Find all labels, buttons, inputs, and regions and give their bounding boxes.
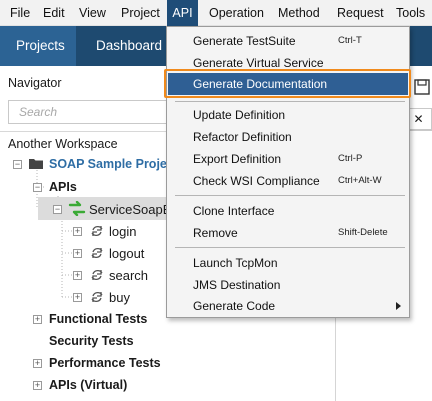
tree-item-apis-virtual[interactable]: APIs (Virtual) (49, 378, 127, 392)
menu-method[interactable]: Method (272, 0, 326, 26)
menu-tools[interactable]: Tools (390, 0, 431, 26)
tree-item-operation-login[interactable]: login (109, 224, 136, 239)
tree-item-functional-tests[interactable]: Functional Tests (49, 312, 147, 326)
expand-toggle-apis-virtual[interactable]: + (33, 381, 42, 390)
api-dropdown-menu: Generate TestSuite Ctrl-T Generate Virtu… (166, 26, 410, 318)
menu-item-label: Update Definition (193, 108, 286, 122)
menu-edit[interactable]: Edit (37, 0, 71, 26)
menu-item-label: Refactor Definition (193, 130, 292, 144)
menu-item-export-definition[interactable]: Export Definition Ctrl-P (168, 148, 408, 170)
expand-toggle-login[interactable]: + (73, 227, 82, 236)
expand-toggle-logout[interactable]: + (73, 249, 82, 258)
menu-item-shortcut: Ctrl+Alt-W (338, 175, 382, 186)
submenu-arrow-icon (396, 302, 401, 310)
menu-item-shortcut: Ctrl-P (338, 153, 363, 164)
menu-item-clone-interface[interactable]: Clone Interface (168, 200, 408, 222)
tab-projects[interactable]: Projects (0, 26, 76, 66)
menu-item-shortcut: Ctrl-T (338, 35, 362, 46)
navigator-title: Navigator (8, 76, 62, 90)
menu-view[interactable]: View (73, 0, 112, 26)
expand-toggle-performance-tests[interactable]: + (33, 359, 42, 368)
menu-item-update-definition[interactable]: Update Definition (168, 104, 408, 126)
menu-item-generate-virtual-service[interactable]: Generate Virtual Service (168, 52, 408, 74)
menu-item-label: Remove (193, 226, 238, 240)
operation-refresh-icon (91, 269, 103, 281)
menu-separator (175, 247, 405, 248)
menu-item-label: Generate Documentation (193, 77, 328, 91)
operation-refresh-icon (91, 225, 103, 237)
menu-item-generate-code[interactable]: Generate Code (168, 295, 408, 317)
menu-operation[interactable]: Operation (203, 0, 270, 26)
menu-separator (175, 195, 405, 196)
menu-api[interactable]: API (167, 0, 198, 26)
menu-item-check-wsi-compliance[interactable]: Check WSI Compliance Ctrl+Alt-W (168, 170, 408, 192)
tree-item-operation-search[interactable]: search (109, 268, 148, 283)
menu-item-label: Generate Code (193, 299, 276, 313)
menu-file[interactable]: File (4, 0, 36, 26)
menu-item-jms-destination[interactable]: JMS Destination (168, 274, 408, 296)
tree-item-operation-logout[interactable]: logout (109, 246, 144, 261)
service-swap-icon (68, 201, 86, 216)
tree-item-apis[interactable]: APIs (49, 180, 77, 194)
menu-item-label: Generate Virtual Service (193, 56, 324, 70)
tree-item-service[interactable]: ServiceSoapB (89, 202, 171, 217)
menu-item-generate-documentation[interactable]: Generate Documentation (168, 73, 408, 95)
expand-toggle-functional-tests[interactable]: + (33, 315, 42, 324)
menu-item-label: Launch TcpMon (193, 256, 278, 270)
operation-refresh-icon (91, 247, 103, 259)
menu-separator (175, 101, 405, 102)
menu-item-generate-testsuite[interactable]: Generate TestSuite Ctrl-T (168, 30, 408, 52)
menu-item-label: Check WSI Compliance (193, 174, 320, 188)
menu-item-launch-tcpmon[interactable]: Launch TcpMon (168, 252, 408, 274)
expand-toggle-search[interactable]: + (73, 271, 82, 280)
expand-toggle-buy[interactable]: + (73, 293, 82, 302)
menu-item-label: JMS Destination (193, 278, 281, 292)
menu-item-label: Export Definition (193, 152, 282, 166)
operation-refresh-icon (91, 291, 103, 303)
menu-request[interactable]: Request (331, 0, 390, 26)
tree-item-security-tests[interactable]: Security Tests (49, 334, 134, 348)
menu-item-remove[interactable]: Remove Shift-Delete (168, 222, 408, 244)
tab-dashboard[interactable]: Dashboard (80, 26, 178, 66)
menubar: File Edit View Project API Operation Met… (0, 0, 432, 26)
menu-item-label: Clone Interface (193, 204, 275, 218)
save-icon[interactable] (410, 74, 432, 98)
collapse-toggle-apis[interactable]: − (33, 183, 42, 192)
tree-item-performance-tests[interactable]: Performance Tests (49, 356, 161, 370)
menu-item-label: Generate TestSuite (193, 34, 296, 48)
collapse-toggle-service[interactable]: − (53, 205, 62, 214)
menu-item-refactor-definition[interactable]: Refactor Definition (168, 126, 408, 148)
menu-item-shortcut: Shift-Delete (338, 227, 388, 238)
menu-project[interactable]: Project (115, 0, 166, 26)
tree-item-operation-buy[interactable]: buy (109, 290, 130, 305)
